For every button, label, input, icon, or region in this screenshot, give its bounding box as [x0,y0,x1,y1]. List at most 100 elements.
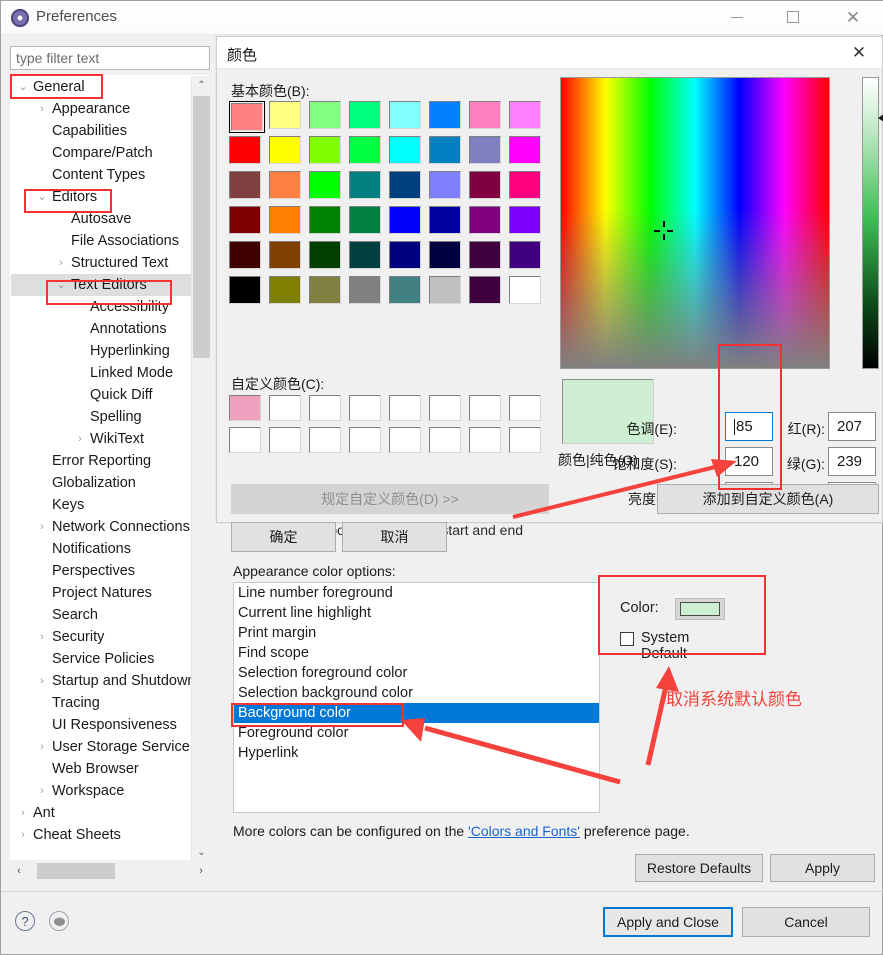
basic-color-swatch[interactable] [269,241,309,276]
basic-color-swatch[interactable] [469,101,509,136]
color-spectrum-area[interactable] [560,77,830,369]
chevron-down-icon[interactable]: ⌄ [17,76,29,98]
custom-color-swatch[interactable] [429,395,469,427]
sidebar-item-hyperlinking[interactable]: Hyperlinking [11,340,191,362]
ok-button[interactable]: 确定 [231,522,336,552]
custom-color-swatch[interactable] [469,427,509,459]
scroll-right-icon[interactable]: › [192,861,210,881]
sidebar-item-workspace[interactable]: › Workspace [11,780,191,802]
basic-color-swatch[interactable] [349,171,389,206]
basic-color-swatch[interactable] [509,276,549,311]
basic-color-swatch[interactable] [309,206,349,241]
list-item[interactable]: Current line highlight [234,603,599,623]
basic-color-swatch[interactable] [349,101,389,136]
sidebar-item-structured-text[interactable]: › Structured Text [11,252,191,274]
custom-color-swatch[interactable] [229,395,269,427]
custom-color-swatch[interactable] [229,427,269,459]
sidebar-item-keys[interactable]: Keys [11,494,191,516]
sidebar-item-service-policies[interactable]: Service Policies [11,648,191,670]
basic-color-swatch[interactable] [229,136,269,171]
sidebar-item-capabilities[interactable]: Capabilities [11,120,191,142]
basic-color-swatch[interactable] [389,101,429,136]
sidebar-item-file-associations[interactable]: File Associations [11,230,191,252]
custom-color-swatch[interactable] [509,427,549,459]
sidebar-item-notifications[interactable]: Notifications [11,538,191,560]
basic-color-swatch[interactable] [229,171,269,206]
sidebar-item-security[interactable]: › Security [11,626,191,648]
sidebar-item-autosave[interactable]: Autosave [11,208,191,230]
list-item[interactable]: Foreground color [234,723,599,743]
basic-color-swatch[interactable] [429,241,469,276]
custom-color-swatch[interactable] [389,395,429,427]
restore-defaults-button[interactable]: Restore Defaults [635,854,763,882]
custom-color-swatch[interactable] [349,395,389,427]
basic-color-swatch[interactable] [389,276,429,311]
basic-color-swatch[interactable] [349,136,389,171]
scroll-down-icon[interactable]: ⌄ [192,843,211,861]
basic-color-swatch[interactable] [269,171,309,206]
chevron-right-icon[interactable]: › [36,670,48,692]
basic-color-swatch[interactable] [389,171,429,206]
sidebar-item-cheat-sheets[interactable]: › Cheat Sheets [11,824,191,846]
list-item[interactable]: Selection background color [234,683,599,703]
custom-color-swatch[interactable] [349,427,389,459]
sidebar-item-spelling[interactable]: Spelling [11,406,191,428]
chevron-right-icon[interactable]: › [55,252,67,274]
basic-color-swatch[interactable] [509,206,549,241]
basic-color-swatch[interactable] [389,206,429,241]
basic-color-swatch[interactable] [509,101,549,136]
color-dialog-cancel-button[interactable]: 取消 [342,522,447,552]
red-input[interactable]: 207 [828,412,876,441]
color-picker-button[interactable] [675,598,725,620]
custom-color-swatch[interactable] [309,395,349,427]
sidebar-item-search[interactable]: Search [11,604,191,626]
chevron-right-icon[interactable]: › [17,824,29,846]
custom-colors-grid[interactable] [229,395,549,459]
basic-color-swatch[interactable] [269,206,309,241]
sidebar-item-startup-and-shutdown[interactable]: › Startup and Shutdown [11,670,191,692]
chevron-down-icon[interactable]: ⌄ [36,186,48,208]
basic-color-swatch[interactable] [229,101,265,133]
chevron-right-icon[interactable]: › [36,516,48,538]
basic-color-swatch[interactable] [229,241,269,276]
basic-color-swatch[interactable] [269,136,309,171]
apply-and-close-button[interactable]: Apply and Close [603,907,733,937]
basic-color-swatch[interactable] [469,171,509,206]
sidebar-item-globalization[interactable]: Globalization [11,472,191,494]
chevron-right-icon[interactable]: › [74,428,86,450]
scroll-left-icon[interactable]: ‹ [10,861,28,881]
basic-color-swatch[interactable] [389,241,429,276]
chevron-right-icon[interactable]: › [36,736,48,758]
chevron-right-icon[interactable]: › [36,780,48,802]
minimize-button[interactable] [714,1,760,33]
list-item[interactable]: Print margin [234,623,599,643]
green-input[interactable]: 239 [828,447,876,476]
basic-color-swatch[interactable] [309,101,349,136]
sidebar-item-network-connections[interactable]: › Network Connections [11,516,191,538]
cancel-button[interactable]: Cancel [742,907,870,937]
sidebar-item-annotations[interactable]: Annotations [11,318,191,340]
basic-color-swatch[interactable] [469,276,509,311]
sidebar-item-perspectives[interactable]: Perspectives [11,560,191,582]
basic-color-swatch[interactable] [309,171,349,206]
chevron-down-icon[interactable]: ⌄ [55,274,67,296]
system-default-checkbox[interactable] [620,632,634,646]
custom-color-swatch[interactable] [269,395,309,427]
basic-color-swatch[interactable] [309,136,349,171]
basic-color-swatch[interactable] [469,206,509,241]
sidebar-item-content-types[interactable]: Content Types [11,164,191,186]
scroll-up-icon[interactable]: ⌃ [192,76,211,94]
basic-color-swatch[interactable] [469,241,509,276]
basic-color-swatch[interactable] [509,241,549,276]
basic-color-swatch[interactable] [429,101,469,136]
chevron-right-icon[interactable]: › [36,626,48,648]
apply-button[interactable]: Apply [770,854,875,882]
sidebar-item-accessibility[interactable]: Accessibility [11,296,191,318]
list-item[interactable]: Background color [234,703,599,723]
basic-color-swatch[interactable] [229,276,269,311]
sidebar-item-project-natures[interactable]: Project Natures [11,582,191,604]
custom-color-swatch[interactable] [429,427,469,459]
custom-color-swatch[interactable] [269,427,309,459]
sidebar-item-tracing[interactable]: Tracing [11,692,191,714]
basic-color-swatch[interactable] [229,206,269,241]
